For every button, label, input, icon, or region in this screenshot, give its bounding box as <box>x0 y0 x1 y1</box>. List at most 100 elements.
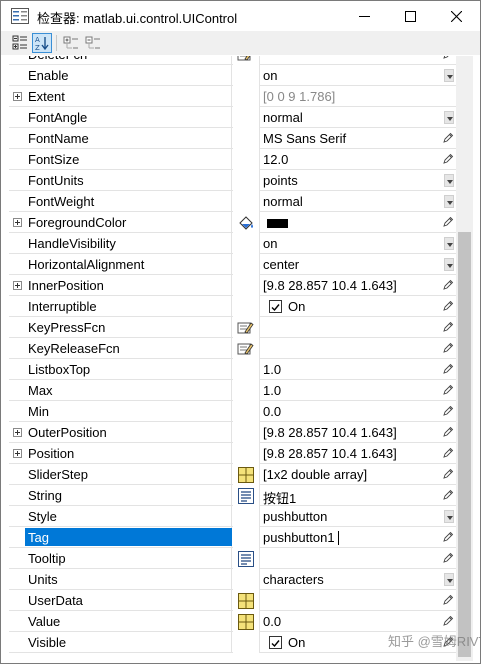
property-value-cell[interactable]: points <box>261 170 456 191</box>
property-row[interactable]: UserData <box>9 590 456 611</box>
property-name-cell[interactable]: HandleVisibility <box>9 233 232 254</box>
dropdown-arrow-icon[interactable] <box>444 510 454 523</box>
property-value[interactable]: [9.8 28.857 10.4 1.643] <box>263 425 397 440</box>
expand-icon[interactable] <box>13 218 22 227</box>
pencil-edit-icon[interactable] <box>442 321 454 333</box>
property-editor-button[interactable] <box>233 464 260 485</box>
property-editor-button[interactable] <box>233 590 260 611</box>
property-value-cell[interactable] <box>261 548 456 569</box>
dropdown-arrow-icon[interactable] <box>444 195 454 208</box>
property-editor-button[interactable] <box>233 485 260 506</box>
property-row[interactable]: Units characters <box>9 569 456 590</box>
pencil-edit-icon[interactable] <box>442 405 454 417</box>
property-value[interactable]: MS Sans Serif <box>263 131 346 146</box>
pencil-edit-icon[interactable] <box>442 552 454 564</box>
property-name-cell[interactable]: FontWeight <box>9 191 232 212</box>
collapse-all-button[interactable] <box>83 33 103 53</box>
property-name-cell[interactable]: FontName <box>9 128 232 149</box>
property-name-cell[interactable]: Style <box>9 506 232 527</box>
property-value-cell[interactable]: 1.0 <box>261 380 456 401</box>
property-value-cell[interactable]: [9.8 28.857 10.4 1.643] <box>261 422 456 443</box>
property-name-cell[interactable]: FontUnits <box>9 170 232 191</box>
property-value-cell[interactable]: normal <box>261 107 456 128</box>
property-value-cell[interactable] <box>261 317 456 338</box>
property-value[interactable]: characters <box>263 572 324 587</box>
property-row[interactable]: Value 0.0 <box>9 611 456 632</box>
color-swatch[interactable] <box>267 219 288 228</box>
property-row[interactable]: FontSize 12.0 <box>9 149 456 170</box>
dropdown-arrow-icon[interactable] <box>444 69 454 82</box>
pencil-edit-icon[interactable] <box>442 531 454 543</box>
property-row[interactable]: KeyPressFcn <box>9 317 456 338</box>
property-value-cell[interactable]: 1.0 <box>261 359 456 380</box>
property-name-cell[interactable]: HorizontalAlignment <box>9 254 232 275</box>
pencil-edit-icon[interactable] <box>442 489 454 501</box>
pencil-edit-icon[interactable] <box>442 384 454 396</box>
property-row[interactable]: InnerPosition [9.8 28.857 10.4 1.643] <box>9 275 456 296</box>
property-value[interactable]: 1.0 <box>263 383 281 398</box>
property-value-cell[interactable]: [1x2 double array] <box>261 464 456 485</box>
property-row[interactable]: Style pushbutton <box>9 506 456 527</box>
property-value-cell[interactable]: center <box>261 254 456 275</box>
property-row[interactable]: FontName MS Sans Serif <box>9 128 456 149</box>
property-name-cell[interactable]: Tooltip <box>9 548 232 569</box>
expand-icon[interactable] <box>13 428 22 437</box>
property-name-cell[interactable]: InnerPosition <box>9 275 232 296</box>
property-value-cell[interactable] <box>261 590 456 611</box>
property-value-cell[interactable]: On <box>261 296 456 317</box>
pencil-edit-icon[interactable] <box>442 216 454 228</box>
property-name-cell[interactable]: KeyPressFcn <box>9 317 232 338</box>
property-name-cell[interactable]: Visible <box>9 632 232 653</box>
property-row[interactable]: Min 0.0 <box>9 401 456 422</box>
property-editor-button[interactable] <box>233 338 260 359</box>
property-editor-button[interactable] <box>233 611 260 632</box>
property-editor-button[interactable] <box>233 548 260 569</box>
alphabetical-view-button[interactable]: A Z <box>32 33 52 53</box>
property-value[interactable]: 1.0 <box>263 362 281 377</box>
dropdown-arrow-icon[interactable] <box>444 573 454 586</box>
pencil-edit-icon[interactable] <box>442 342 454 354</box>
property-row[interactable]: DeleteFcn <box>9 56 456 65</box>
expand-icon[interactable] <box>13 281 22 290</box>
dropdown-arrow-icon[interactable] <box>444 174 454 187</box>
property-row[interactable]: FontAngle normal <box>9 107 456 128</box>
pencil-edit-icon[interactable] <box>442 279 454 291</box>
property-value-cell[interactable] <box>261 212 456 233</box>
property-value-cell[interactable] <box>261 56 456 65</box>
property-name-cell[interactable]: OuterPosition <box>9 422 232 443</box>
property-name-cell[interactable]: Interruptible <box>9 296 232 317</box>
property-value-cell[interactable]: characters <box>261 569 456 590</box>
property-name-cell[interactable]: Max <box>9 380 232 401</box>
scrollbar-thumb[interactable] <box>458 232 471 657</box>
property-value-cell[interactable]: MS Sans Serif <box>261 128 456 149</box>
expand-all-button[interactable] <box>61 33 81 53</box>
property-value[interactable]: 0.0 <box>263 404 281 419</box>
property-row[interactable]: String 按钮1 <box>9 485 456 506</box>
property-row[interactable]: FontWeight normal <box>9 191 456 212</box>
property-name-cell[interactable]: Position <box>9 443 232 464</box>
property-value-cell[interactable]: [9.8 28.857 10.4 1.643] <box>261 443 456 464</box>
property-value[interactable]: on <box>263 236 277 251</box>
property-value[interactable]: 按钮1 <box>263 488 296 507</box>
pencil-edit-icon[interactable] <box>442 468 454 480</box>
property-row[interactable]: SliderStep [1x2 double array] <box>9 464 456 485</box>
property-editor-button[interactable] <box>233 317 260 338</box>
property-value-cell[interactable]: 0.0 <box>261 611 456 632</box>
checkbox[interactable] <box>269 300 282 313</box>
property-row[interactable]: ForegroundColor <box>9 212 456 233</box>
property-value[interactable]: pushbutton <box>263 509 327 524</box>
property-value[interactable]: pushbutton1 <box>263 530 335 545</box>
property-value[interactable]: points <box>263 173 298 188</box>
categorized-view-button[interactable] <box>10 33 30 53</box>
property-row[interactable]: Extent [0 0 9 1.786] <box>9 86 456 107</box>
property-name-cell[interactable]: KeyReleaseFcn <box>9 338 232 359</box>
property-name-cell[interactable]: FontSize <box>9 149 232 170</box>
checkbox[interactable] <box>269 636 282 649</box>
property-value-cell[interactable]: [9.8 28.857 10.4 1.643] <box>261 275 456 296</box>
property-row[interactable]: Tag pushbutton1 <box>9 527 456 548</box>
property-row[interactable]: HandleVisibility on <box>9 233 456 254</box>
property-row[interactable]: Max 1.0 <box>9 380 456 401</box>
maximize-button[interactable] <box>387 1 433 31</box>
property-value[interactable]: normal <box>263 194 303 209</box>
property-row[interactable]: ListboxTop 1.0 <box>9 359 456 380</box>
